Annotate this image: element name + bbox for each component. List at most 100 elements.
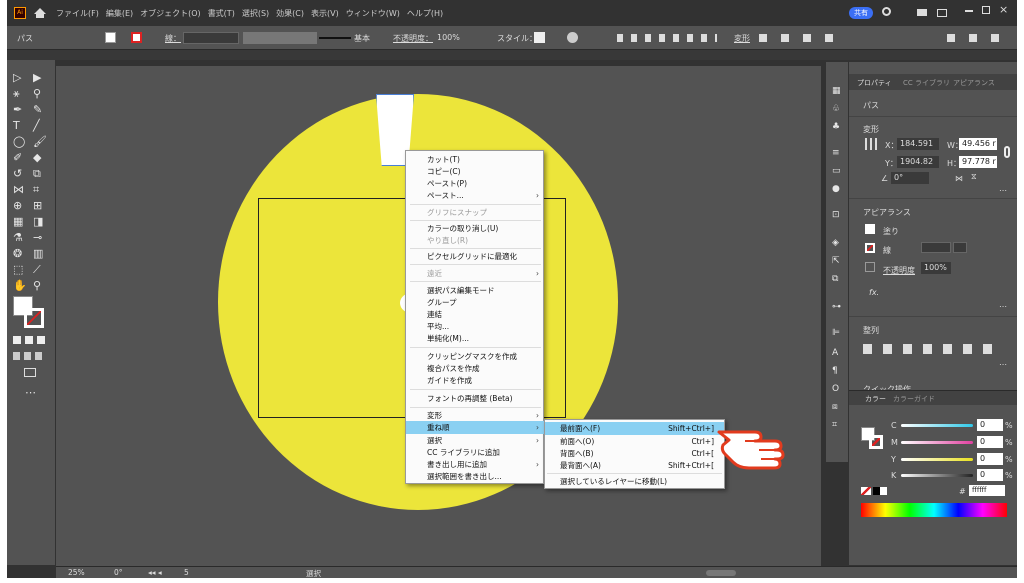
tab-color-guide[interactable]: カラーガイド <box>893 394 935 404</box>
fill-swatch[interactable] <box>105 32 116 43</box>
flip-horizontal-icon[interactable]: ⋈ <box>955 174 963 183</box>
menu-edit[interactable]: 編集(E) <box>106 8 133 19</box>
menu-type[interactable]: 書式(T) <box>208 8 235 19</box>
stroke-color-box[interactable] <box>24 308 44 328</box>
transform-icon[interactable]: ⧈ <box>832 402 838 413</box>
slice-tool-icon[interactable]: ⟋ <box>33 264 41 275</box>
paragraph-icon[interactable]: ¶ <box>832 366 838 377</box>
stroke-style-label[interactable]: 基本 <box>354 33 370 44</box>
width-tool-icon[interactable]: ⋈ <box>13 184 24 195</box>
eyedropper-icon[interactable]: ⚗ <box>13 232 23 243</box>
rotate-tool-icon[interactable]: ↺ <box>13 168 22 179</box>
scale-tool-icon[interactable]: ⧉ <box>33 168 41 179</box>
cyan-slider[interactable] <box>901 424 973 427</box>
status-mode[interactable]: 選択 <box>306 568 321 578</box>
fx-icon[interactable]: fx. <box>869 288 879 297</box>
menu-window[interactable]: ウィンドウ(W) <box>346 8 400 19</box>
context-menu-item[interactable]: ピクセルグリッドに最適化 <box>406 250 545 263</box>
artboard-nav-icon[interactable]: ◂◂ ◂ <box>148 568 162 577</box>
stroke-swatch[interactable] <box>131 32 142 43</box>
align-buttons[interactable] <box>863 344 999 354</box>
flip-vertical-icon[interactable]: ⧖ <box>971 172 977 182</box>
color-stroke-box[interactable] <box>869 435 883 449</box>
share-button[interactable]: 共有 <box>849 7 873 19</box>
tab-cc-libraries[interactable]: CC ライブラリ <box>903 78 950 88</box>
character-icon[interactable]: A <box>832 348 838 359</box>
symbol-sprayer-icon[interactable]: ❂ <box>13 248 22 259</box>
align-icon[interactable]: ⊫ <box>832 328 840 339</box>
home-icon[interactable] <box>34 8 46 18</box>
submenu-item-send-to-layer[interactable]: 選択しているレイヤーに移動(L) <box>545 475 724 488</box>
rotation-value[interactable]: 0° <box>114 568 123 577</box>
zoom-level[interactable]: 25% <box>68 568 85 577</box>
opacity-value[interactable]: 100% <box>437 33 460 42</box>
align-more-icon[interactable]: ⋯ <box>999 360 1007 369</box>
context-menu-item[interactable]: 選択範囲を書き出し... <box>406 470 545 483</box>
w-field[interactable]: 49.456 r <box>959 138 997 150</box>
submenu-item-bring-to-front[interactable]: 最前面へ(F) Shift+Ctrl+] <box>545 422 724 435</box>
tab-appearance[interactable]: アピアランス <box>953 78 995 88</box>
search-icon[interactable] <box>882 7 891 16</box>
horizontal-scrollbar[interactable] <box>706 570 736 576</box>
appearance-more-icon[interactable]: ⋯ <box>999 302 1007 311</box>
variable-width-field[interactable] <box>243 32 317 44</box>
context-menu-item[interactable]: 単純化(M)... <box>406 332 545 345</box>
black-white-swatches[interactable] <box>873 487 887 495</box>
x-field[interactable]: 184.591 <box>897 138 939 150</box>
direct-selection-tool-icon[interactable]: ▶ <box>33 72 41 83</box>
stroke-weight-dropdown[interactable] <box>953 242 967 253</box>
black-slider[interactable] <box>901 474 973 477</box>
stroke-weight-input[interactable] <box>921 242 951 253</box>
opacity-field[interactable]: 100% <box>921 262 951 274</box>
opentype-icon[interactable]: O <box>832 384 839 395</box>
lasso-icon[interactable]: ⚲ <box>33 88 41 99</box>
angle-field[interactable]: 0° <box>891 172 929 184</box>
magic-wand-icon[interactable]: ⚹ <box>13 88 20 99</box>
submenu-item-send-to-back[interactable]: 最背面へ(A) Shift+Ctrl+[ <box>545 459 724 472</box>
menu-file[interactable]: ファイル(F) <box>56 8 99 19</box>
hex-field[interactable]: ffffff <box>969 485 1005 496</box>
yellow-value-field[interactable]: 0 <box>977 453 1003 465</box>
type-tool-icon[interactable]: T <box>13 120 20 131</box>
ellipse-tool-icon[interactable]: ◯ <box>13 136 25 147</box>
links-icon[interactable]: ⧉ <box>832 274 838 285</box>
export-icon[interactable]: ⇱ <box>832 256 840 267</box>
cyan-value-field[interactable]: 0 <box>977 419 1003 431</box>
style-swatch[interactable] <box>534 32 545 43</box>
appearance-icon[interactable]: ▭ <box>832 166 841 177</box>
context-menu-item[interactable]: フォントの再調整 (Beta) <box>406 392 545 405</box>
color-icon[interactable]: ● <box>832 184 840 195</box>
arrange-documents-icon[interactable] <box>917 9 927 16</box>
color-mode-icons[interactable] <box>13 336 49 344</box>
yellow-slider[interactable] <box>901 458 973 461</box>
menu-help[interactable]: ヘルプ(H) <box>407 8 443 19</box>
close-icon[interactable]: × <box>999 3 1008 16</box>
libraries-icon[interactable]: ▦ <box>832 86 841 97</box>
more-options-icon[interactable]: ⋯ <box>999 186 1007 195</box>
line-tool-icon[interactable]: ╱ <box>33 120 40 131</box>
stroke-weight-field[interactable] <box>183 32 239 44</box>
selection-tool-icon[interactable]: ▷ <box>13 72 21 83</box>
paintbrush-tool-icon[interactable]: 🖌 <box>33 136 47 147</box>
shape-builder-icon[interactable]: ⊕ <box>13 200 22 211</box>
menu-object[interactable]: オブジェクト(O) <box>140 8 201 19</box>
curvature-tool-icon[interactable]: ✎ <box>33 104 42 115</box>
black-value-field[interactable]: 0 <box>977 469 1003 481</box>
panel-options-icons[interactable] <box>947 34 1007 42</box>
context-menu-item[interactable]: ガイドを作成 <box>406 374 545 387</box>
none-swatch[interactable] <box>861 487 871 495</box>
tab-properties[interactable]: プロパティ <box>857 78 892 88</box>
blend-tool-icon[interactable]: ⊸ <box>33 232 42 243</box>
magenta-slider[interactable] <box>901 441 973 444</box>
context-menu-item-arrange[interactable]: 重ね順 › <box>406 421 545 434</box>
menu-select[interactable]: 選択(S) <box>242 8 269 19</box>
context-menu-item[interactable]: ペースト... › <box>406 189 545 202</box>
transform-link[interactable]: 変形 <box>734 33 750 44</box>
opacity-label[interactable]: 不透明度 <box>883 265 915 276</box>
artboard-tool-icon[interactable]: ⬚ <box>13 264 23 275</box>
gradient-tool-icon[interactable]: ◨ <box>33 216 43 227</box>
reference-point-icon[interactable] <box>865 138 877 150</box>
properties-icon[interactable]: ≡ <box>832 148 840 159</box>
chain-icon[interactable]: ⊶ <box>832 302 841 313</box>
layers-icon[interactable]: ◈ <box>832 238 839 249</box>
